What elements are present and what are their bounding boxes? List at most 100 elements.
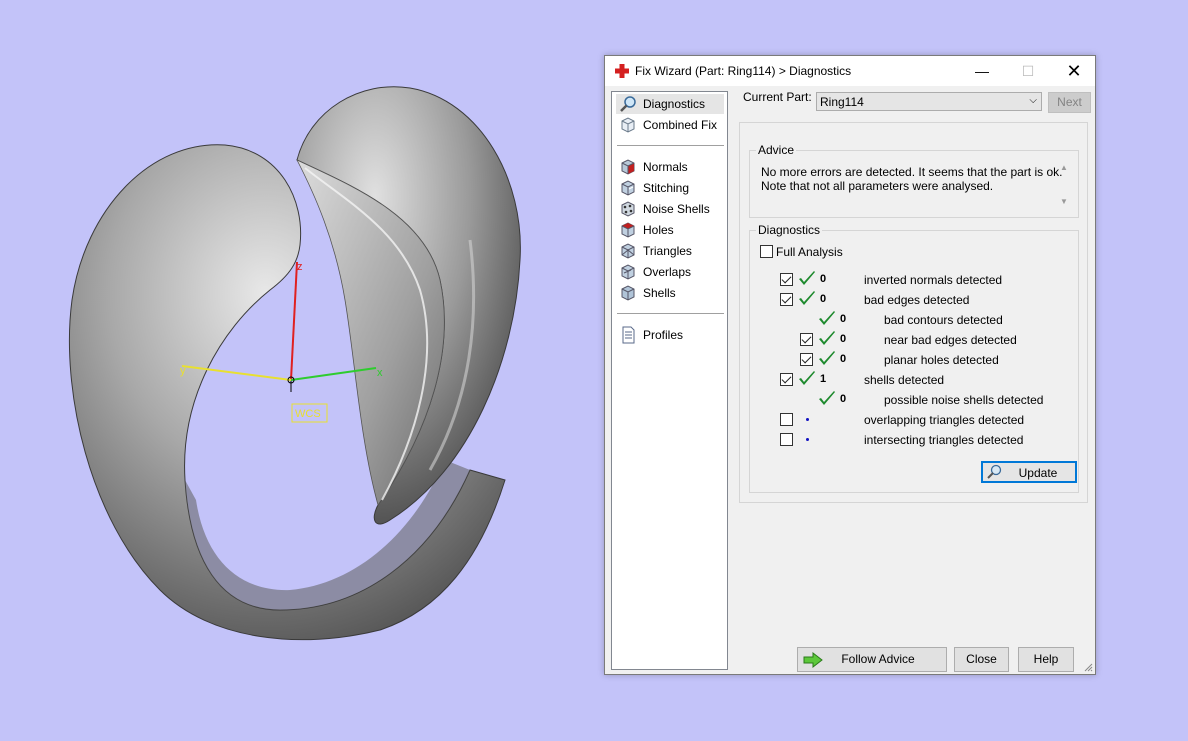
overlaps-cube-icon bbox=[621, 264, 635, 280]
diagnostic-label: near bad edges detected bbox=[884, 333, 1017, 347]
diagnostics-legend: Diagnostics bbox=[756, 223, 823, 237]
nav-item-stitching[interactable]: Stitching bbox=[616, 178, 724, 198]
maximize-button[interactable]: ☐ bbox=[1005, 56, 1051, 86]
current-part-value: Ring114 bbox=[820, 95, 864, 109]
diagnostic-count: 0 bbox=[840, 393, 847, 405]
diagnostic-label: bad contours detected bbox=[884, 313, 1003, 327]
nav-item-holes[interactable]: Holes bbox=[616, 220, 724, 240]
scroll-down-icon[interactable]: ▼ bbox=[1060, 197, 1068, 206]
full-analysis-label: Full Analysis bbox=[776, 245, 843, 259]
diagnostic-checkbox[interactable] bbox=[780, 433, 793, 446]
minimize-button[interactable]: — bbox=[959, 56, 1005, 86]
shells-cube-icon bbox=[621, 285, 635, 301]
diagnostic-label: intersecting triangles detected bbox=[864, 433, 1024, 447]
diagnostic-label: shells detected bbox=[864, 373, 945, 387]
current-part-label: Current Part: bbox=[743, 90, 812, 104]
diagnostic-count: 0 bbox=[840, 333, 847, 345]
update-button[interactable]: Update bbox=[981, 461, 1077, 483]
nav-item-label: Shells bbox=[643, 286, 676, 300]
3d-viewport[interactable]: z x y WCS bbox=[0, 0, 600, 741]
z-axis-label: z bbox=[297, 261, 303, 273]
diagnostic-checkbox[interactable] bbox=[800, 353, 813, 366]
green-check-icon bbox=[799, 371, 815, 385]
close-button[interactable]: Close bbox=[954, 647, 1009, 672]
magnifier-icon bbox=[620, 96, 636, 112]
diagnostic-label: bad edges detected bbox=[864, 293, 970, 307]
diagnostic-checkbox[interactable] bbox=[780, 273, 793, 286]
diagnostic-checkbox[interactable] bbox=[800, 333, 813, 346]
diagnostic-label: possible noise shells detected bbox=[884, 393, 1044, 407]
diagnostic-checkbox[interactable] bbox=[780, 373, 793, 386]
nav-item-label: Holes bbox=[643, 223, 674, 237]
z-axis bbox=[290, 261, 298, 381]
ring-model-render[interactable]: z x y WCS bbox=[0, 0, 600, 741]
update-label: Update bbox=[1018, 466, 1058, 480]
fix-navigation-list: Diagnostics Combined Fix Normals Stitchi… bbox=[611, 91, 728, 670]
diagnostics-panel: Advice No more errors are detected. It s… bbox=[739, 122, 1088, 503]
diagnostic-count: 0 bbox=[820, 293, 827, 305]
green-check-icon bbox=[819, 351, 835, 365]
diagnostic-label: planar holes detected bbox=[884, 353, 999, 367]
nav-item-combined-fix[interactable]: Combined Fix bbox=[616, 115, 724, 135]
document-icon bbox=[622, 326, 635, 344]
normals-cube-icon bbox=[621, 159, 635, 175]
nav-item-label: Combined Fix bbox=[643, 118, 718, 132]
advice-line-1: No more errors are detected. It seems th… bbox=[761, 165, 1063, 179]
close-window-button[interactable]: ✕ bbox=[1051, 56, 1097, 86]
stitching-cube-icon bbox=[621, 180, 635, 196]
medical-cross-icon bbox=[615, 64, 629, 78]
green-check-icon bbox=[819, 391, 835, 405]
triangles-cube-icon bbox=[621, 243, 635, 259]
full-analysis-checkbox[interactable] bbox=[760, 245, 773, 258]
follow-advice-button[interactable]: Follow Advice bbox=[797, 647, 947, 672]
resize-grip-icon[interactable] bbox=[1083, 662, 1093, 672]
nav-item-label: Overlaps bbox=[643, 265, 692, 279]
current-part-select[interactable]: Ring114 ⌵ bbox=[816, 92, 1042, 111]
advice-legend: Advice bbox=[756, 143, 797, 157]
cube-outline-icon bbox=[621, 117, 635, 133]
advice-scrollbar[interactable]: ▲ ▼ bbox=[1058, 163, 1072, 207]
diagnostic-count: 0 bbox=[820, 273, 827, 285]
nav-separator bbox=[617, 145, 724, 146]
green-check-icon bbox=[819, 311, 835, 325]
nav-item-label: Noise Shells bbox=[643, 202, 710, 216]
nav-item-overlaps[interactable]: Overlaps bbox=[616, 262, 724, 282]
advice-line-2: Note that not all parameters were analys… bbox=[761, 179, 994, 193]
nav-item-profiles[interactable]: Profiles bbox=[616, 325, 724, 345]
nav-item-shells[interactable]: Shells bbox=[616, 283, 724, 303]
next-button[interactable]: Next bbox=[1048, 92, 1091, 113]
advice-group: Advice No more errors are detected. It s… bbox=[749, 143, 1079, 218]
wcs-label: WCS bbox=[295, 408, 321, 420]
noise-shells-icon bbox=[621, 201, 635, 217]
green-arrow-icon bbox=[803, 651, 823, 669]
diagnostic-checkbox[interactable] bbox=[780, 293, 793, 306]
pending-status-icon bbox=[806, 418, 809, 421]
y-axis-label: y bbox=[180, 365, 186, 377]
nav-separator bbox=[617, 313, 724, 314]
diagnostic-count: 1 bbox=[820, 373, 827, 385]
chevron-down-icon: ⌵ bbox=[1029, 95, 1037, 106]
diagnostic-label: overlapping triangles detected bbox=[864, 413, 1025, 427]
nav-item-label: Profiles bbox=[643, 328, 684, 342]
help-button[interactable]: Help bbox=[1018, 647, 1074, 672]
nav-item-normals[interactable]: Normals bbox=[616, 157, 724, 177]
follow-advice-label: Follow Advice bbox=[841, 652, 915, 666]
fix-wizard-window: Fix Wizard (Part: Ring114) > Diagnostics… bbox=[604, 55, 1096, 675]
nav-item-diagnostics[interactable]: Diagnostics bbox=[616, 94, 724, 114]
diagnostic-checkbox[interactable] bbox=[780, 413, 793, 426]
nav-item-noise-shells[interactable]: Noise Shells bbox=[616, 199, 724, 219]
green-check-icon bbox=[819, 331, 835, 345]
x-axis-label: x bbox=[377, 367, 383, 379]
diagnostic-count: 0 bbox=[840, 313, 847, 325]
green-check-icon bbox=[799, 291, 815, 305]
scroll-up-icon[interactable]: ▲ bbox=[1060, 163, 1068, 172]
title-bar[interactable]: Fix Wizard (Part: Ring114) > Diagnostics… bbox=[605, 56, 1095, 86]
diagnostics-group: Diagnostics Full Analysis 0 inverted norm… bbox=[749, 223, 1079, 493]
nav-item-label: Triangles bbox=[643, 244, 692, 258]
pending-status-icon bbox=[806, 438, 809, 441]
diagnostic-label: inverted normals detected bbox=[864, 273, 1003, 287]
nav-item-triangles[interactable]: Triangles bbox=[616, 241, 724, 261]
green-check-icon bbox=[799, 271, 815, 285]
diagnostic-count: 0 bbox=[840, 353, 847, 365]
nav-item-label: Stitching bbox=[643, 181, 690, 195]
